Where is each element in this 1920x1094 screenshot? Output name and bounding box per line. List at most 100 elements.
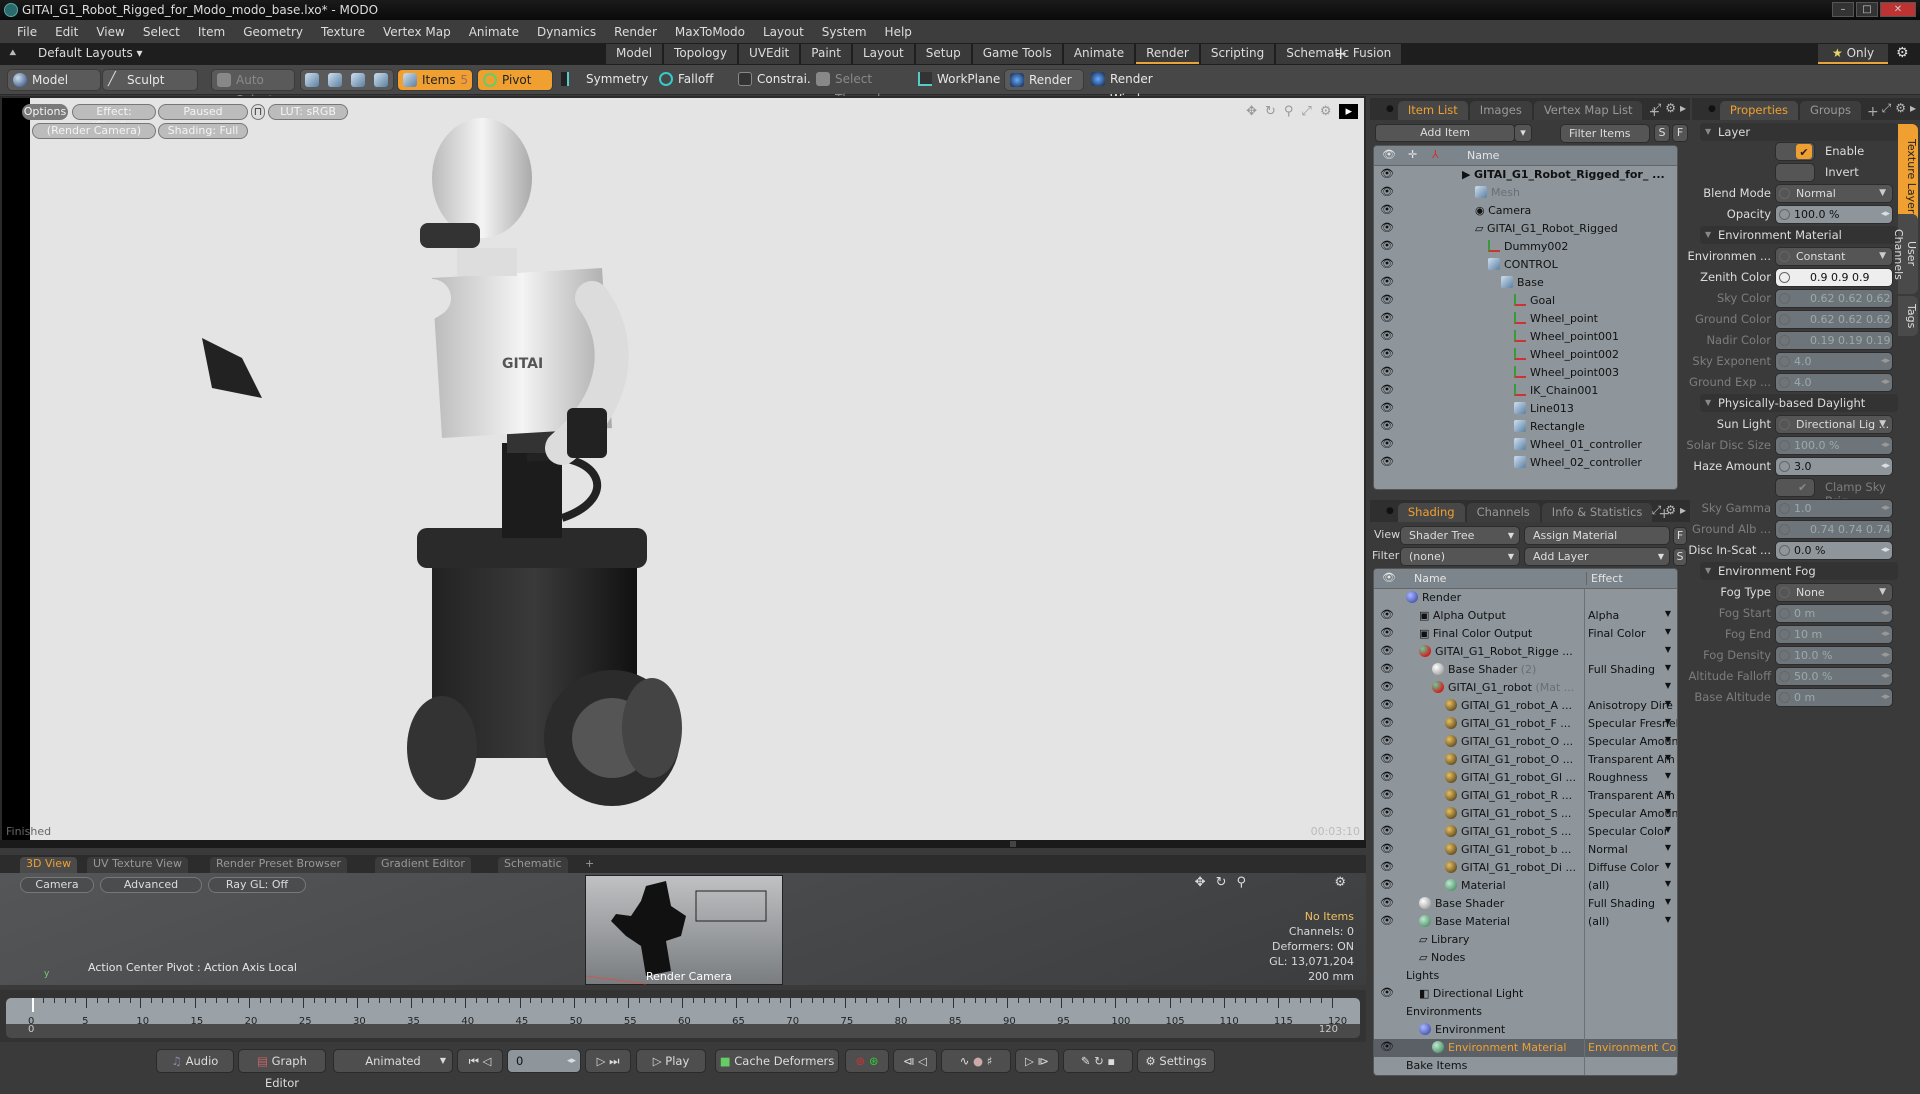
prop-solar-disc-size-channel-dot[interactable] [1779, 440, 1790, 451]
prop-fog-end-channel-dot[interactable] [1779, 629, 1790, 640]
prop-ground-alb-channel-dot[interactable] [1779, 524, 1790, 535]
prop-ground-alb-field[interactable]: 0.74 0.74 0.74 [1775, 520, 1893, 539]
visibility-eye-icon[interactable]: 👁 [1380, 185, 1394, 198]
effect-column-header[interactable]: Effect [1586, 572, 1623, 585]
materials-mode-icon[interactable] [374, 73, 388, 87]
items-mode-button[interactable]: Items 5 [397, 69, 473, 91]
effect-dropdown-arrow[interactable]: ▼ [1665, 717, 1671, 726]
visibility-eye-icon[interactable]: 👁 [1380, 608, 1394, 621]
visibility-eye-icon[interactable]: 👁 [1380, 365, 1394, 378]
visibility-eye-icon[interactable]: 👁 [1380, 293, 1394, 306]
visibility-eye-icon[interactable]: 👁 [1380, 662, 1394, 675]
prop-nadir-color-field[interactable]: 0.19 0.19 0.19 [1775, 331, 1893, 350]
menu-dynamics[interactable]: Dynamics [528, 25, 605, 39]
key-copy-icon[interactable]: ▪ [1107, 1054, 1115, 1068]
tags-tab[interactable]: Tags [1898, 296, 1918, 336]
prop-ground-color-field[interactable]: 0.62 0.62 0.62 [1775, 310, 1893, 329]
effect-dropdown-arrow[interactable]: ▼ [1665, 789, 1671, 798]
falloff-button[interactable]: Falloff [654, 69, 732, 91]
bottom-tab-schematic[interactable]: Schematic [498, 857, 568, 873]
add-item-button[interactable]: Add Item [1375, 124, 1515, 142]
prop-sky-exponent-field[interactable]: 4.0 [1775, 352, 1893, 371]
visibility-eye-icon[interactable]: 👁 [1380, 437, 1394, 450]
prop-opacity-field[interactable]: 100.0 % [1775, 205, 1893, 224]
prop-nadir-color-channel-dot[interactable] [1779, 335, 1790, 346]
settings-button[interactable]: ⚙ Settings [1137, 1049, 1215, 1073]
visibility-eye-icon[interactable]: 👁 [1380, 824, 1394, 837]
shader-row[interactable]: 👁 GITAI_G1_robot_O ... Specular Amount ▼ [1374, 733, 1677, 751]
visibility-eye-icon[interactable]: 👁 [1380, 329, 1394, 342]
expand-arrow-icon[interactable]: ▸ [1910, 101, 1916, 116]
add-layout-tab-button[interactable]: + [1334, 44, 1347, 63]
edges-mode-icon[interactable] [328, 73, 342, 87]
only-button[interactable]: ★ Only [1818, 44, 1889, 64]
prop-fog-start-channel-dot[interactable] [1779, 608, 1790, 619]
layout-tab-setup[interactable]: Setup [915, 44, 971, 64]
visibility-eye-icon[interactable]: 👁 [1380, 680, 1394, 693]
visibility-eye-icon[interactable]: 👁 [1380, 986, 1394, 999]
filter-s-button[interactable]: S [1654, 124, 1670, 142]
cache-deformers-button[interactable]: ■ Cache Deformers [715, 1049, 839, 1073]
default-layouts-menu[interactable]: Default Layouts ▾ [38, 46, 143, 60]
item-row[interactable]: 👁 Line013 [1374, 400, 1677, 418]
last-key-icon[interactable]: ⧐ [1038, 1054, 1050, 1068]
shader-row[interactable]: 👁 GITAI_G1_robot_Di ... Diffuse Color ▼ [1374, 859, 1677, 877]
effect-dropdown[interactable]: Effect: (Shadi... [72, 104, 156, 132]
pan-icon[interactable]: ✥ [1195, 875, 1206, 890]
menu-texture[interactable]: Texture [312, 25, 374, 39]
prop-sky-color-channel-dot[interactable] [1779, 293, 1790, 304]
bottom-tab-3d-view[interactable]: 3D View [20, 857, 78, 873]
effect-dropdown-arrow[interactable]: ▼ [1665, 753, 1671, 762]
visibility-eye-icon[interactable]: 👁 [1380, 1040, 1394, 1053]
visibility-eye-icon[interactable]: 👁 [1380, 860, 1394, 873]
visibility-eye-icon[interactable]: 👁 [1380, 239, 1394, 252]
shader-row[interactable]: Environments [1374, 1003, 1677, 1021]
visibility-eye-icon[interactable]: 👁 [1380, 419, 1394, 432]
menu-edit[interactable]: Edit [46, 25, 87, 39]
shader-row[interactable]: 👁 GITAI_G1_robot_b ... Normal ▼ [1374, 841, 1677, 859]
layout-tab-animate[interactable]: Animate [1063, 44, 1135, 64]
menu-render[interactable]: Render [605, 25, 666, 39]
visibility-eye-icon[interactable]: 👁 [1380, 716, 1394, 729]
environment-material-section[interactable]: Environment Material [1700, 226, 1898, 244]
visibility-eye-icon[interactable]: 👁 [1380, 914, 1394, 927]
maximize-button[interactable]: □ [1856, 2, 1878, 17]
shader-row[interactable]: 👁 GITAI_G1_robot_S ... Specular Color ▼ [1374, 823, 1677, 841]
visibility-eye-icon[interactable]: 👁 [1380, 203, 1394, 216]
prop-altitude-falloff-field[interactable]: 50.0 % [1775, 667, 1893, 686]
prop-zenith-color-channel-dot[interactable] [1779, 272, 1790, 283]
visibility-eye-icon[interactable]: 👁 [1380, 878, 1394, 891]
prop-opacity-channel-dot[interactable] [1779, 209, 1790, 220]
prop-fog-type-channel-dot[interactable] [1779, 587, 1790, 598]
bottom-tab-gradient-editor[interactable]: Gradient Editor [375, 857, 471, 873]
next-key-icon[interactable]: ⊛ [869, 1054, 879, 1068]
prop-fog-density-channel-dot[interactable] [1779, 650, 1790, 661]
ray-gl-button[interactable]: Ray GL: Off [208, 877, 306, 893]
symmetry-button[interactable]: Symmetry [556, 69, 653, 91]
prop-fog-start-field[interactable]: 0 m [1775, 604, 1893, 623]
layout-tab-topology[interactable]: Topology [664, 44, 738, 64]
pan-icon[interactable]: ✥ [1246, 104, 1257, 119]
environment-fog-section[interactable]: Environment Fog [1700, 562, 1898, 580]
effect-dropdown-arrow[interactable]: ▼ [1665, 843, 1671, 852]
prop-solar-disc-size-field[interactable]: 100.0 % [1775, 436, 1893, 455]
render-viewport[interactable]: Options Effect: (Shadi... Paused ⊓ LUT: … [0, 96, 1366, 844]
shader-row[interactable]: 👁 Material (all) ▼ [1374, 877, 1677, 895]
visibility-eye-icon[interactable]: 👁 [1380, 626, 1394, 639]
prop-clamp-sky-brig-checkbox[interactable]: ✔ [1775, 478, 1815, 497]
record-key-icon[interactable]: ● [973, 1054, 983, 1068]
prop-base-altitude-channel-dot[interactable] [1779, 692, 1790, 703]
shader-row[interactable]: ▱ Nodes [1374, 949, 1677, 967]
maximize-icon[interactable]: ⤢ [1301, 104, 1311, 119]
rotate-icon[interactable]: ↻ [1265, 104, 1276, 119]
key-curve-icon[interactable]: ∿ [960, 1054, 970, 1068]
item-list-tab-item-list[interactable]: Item List [1397, 101, 1468, 120]
go-to-start-icon[interactable]: ⏮ [469, 1054, 479, 1068]
menu-item[interactable]: Item [189, 25, 234, 39]
step-forward-icon[interactable]: ▷ [597, 1054, 606, 1068]
prop-sky-color-field[interactable]: 0.62 0.62 0.62 [1775, 289, 1893, 308]
effect-dropdown-arrow[interactable]: ▼ [1665, 825, 1671, 834]
gear-icon[interactable]: ⚙ [1896, 45, 1909, 61]
visibility-eye-icon[interactable]: 👁 [1380, 752, 1394, 765]
zoom-icon[interactable]: ⚲ [1284, 104, 1294, 119]
